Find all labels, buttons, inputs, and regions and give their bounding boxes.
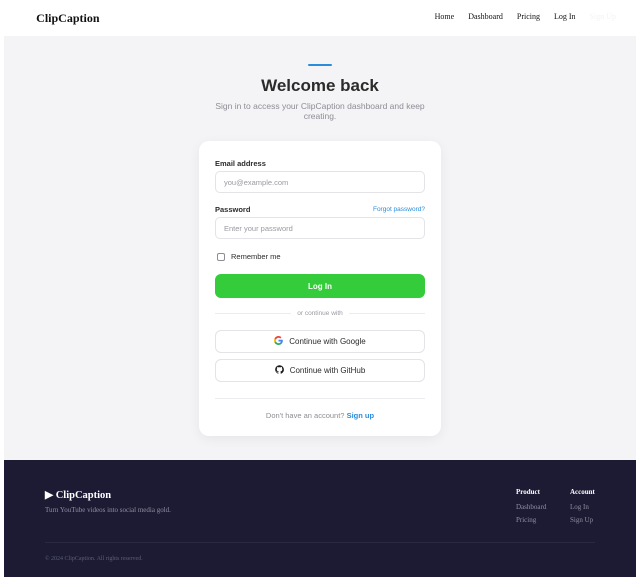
signup-prompt: Don't have an account? Sign up (199, 411, 441, 420)
nav-signup-button[interactable]: Sign Up (590, 12, 616, 21)
no-account-text: Don't have an account? (265, 411, 345, 420)
page-subtitle: Sign in to access your ClipCaption dashb… (215, 101, 425, 121)
github-signin-button[interactable]: Continue with GitHub (215, 359, 425, 382)
password-label: Password (215, 205, 251, 214)
footer-product-column: Product Dashboard Pricing (516, 488, 546, 529)
login-card: Email address Password Forgot password? … (199, 141, 441, 436)
login-section: Welcome back Sign in to access your Clip… (4, 36, 636, 460)
footer-copyright: © 2024 ClipCaption. All rights reserved. (45, 556, 143, 562)
footer-product-heading: Product (516, 488, 540, 496)
footer-divider (45, 542, 595, 543)
remember-me[interactable]: Remember me (217, 252, 281, 261)
google-icon (274, 336, 284, 347)
footer-brand: ▶ ClipCaption (45, 490, 112, 501)
email-label: Email address (215, 159, 266, 168)
top-navbar: ▶ ClipCaption Home Dashboard Pricing Log… (0, 0, 640, 36)
remember-me-checkbox[interactable] (217, 252, 225, 261)
forgot-password-link[interactable]: Forgot password? (373, 206, 425, 213)
footer-tagline: Turn YouTube videos into social media go… (45, 506, 171, 514)
card-divider (215, 398, 425, 399)
nav-home-link[interactable]: Home (435, 12, 455, 21)
footer-account-heading: Account (570, 488, 595, 496)
main-nav: Home Dashboard Pricing Log In Sign Up (435, 12, 616, 21)
footer-signup-link[interactable]: Sign Up (570, 516, 595, 524)
brand-name: ClipCaption (36, 11, 100, 25)
accent-bar (308, 64, 332, 66)
footer-dashboard-link[interactable]: Dashboard (516, 503, 546, 511)
footer-account-column: Account Log In Sign Up (570, 488, 595, 529)
google-signin-button[interactable]: Continue with Google (215, 330, 425, 353)
remember-me-label: Remember me (231, 252, 281, 261)
brand-logo[interactable]: ▶ ClipCaption (24, 11, 100, 26)
social-divider: or continue with (215, 310, 425, 317)
nav-login-link[interactable]: Log In (554, 12, 576, 21)
nav-dashboard-link[interactable]: Dashboard (468, 12, 503, 21)
play-icon: ▶ (24, 14, 31, 23)
github-icon (274, 365, 284, 376)
nav-pricing-link[interactable]: Pricing (517, 12, 540, 21)
login-button[interactable]: Log In (215, 274, 425, 298)
footer-login-link[interactable]: Log In (570, 503, 595, 511)
site-footer: ▶ ClipCaption Turn YouTube videos into s… (4, 460, 636, 577)
footer-pricing-link[interactable]: Pricing (516, 516, 546, 524)
google-button-label: Continue with Google (289, 337, 366, 346)
password-field[interactable] (215, 217, 425, 239)
signup-link[interactable]: Sign up (347, 411, 375, 420)
page-title: Welcome back (261, 76, 379, 95)
github-button-label: Continue with GitHub (289, 366, 366, 375)
divider-text: or continue with (297, 310, 343, 317)
email-field[interactable] (215, 171, 425, 193)
